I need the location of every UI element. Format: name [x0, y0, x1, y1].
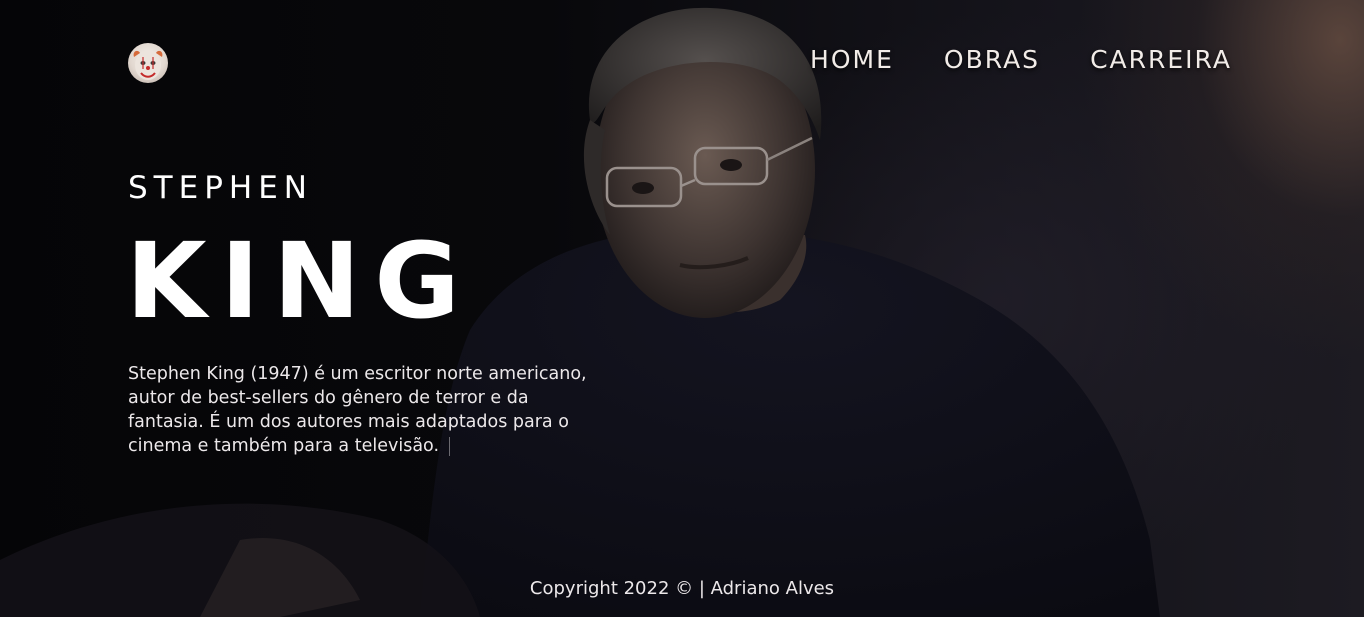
author-last-name: KING — [126, 220, 474, 342]
typing-cursor — [449, 436, 451, 456]
footer-copyright: Copyright 2022 © | Adriano Alves — [529, 578, 835, 599]
hero-section: HOME OBRAS CARREIRA STEPHEN KING Stephen… — [0, 0, 1364, 617]
pennywise-clown-icon — [133, 50, 163, 80]
logo[interactable] — [128, 43, 168, 83]
main-nav: HOME OBRAS CARREIRA — [760, 45, 1232, 74]
bio-text: Stephen King (1947) é um escritor norte … — [128, 364, 587, 456]
author-bio: Stephen King (1947) é um escritor norte … — [128, 362, 588, 458]
nav-obras-link[interactable]: OBRAS — [944, 45, 1040, 74]
nav-home-link[interactable]: HOME — [810, 45, 894, 74]
author-first-name: STEPHEN — [128, 170, 313, 206]
nav-carreira-link[interactable]: CARREIRA — [1090, 45, 1232, 74]
